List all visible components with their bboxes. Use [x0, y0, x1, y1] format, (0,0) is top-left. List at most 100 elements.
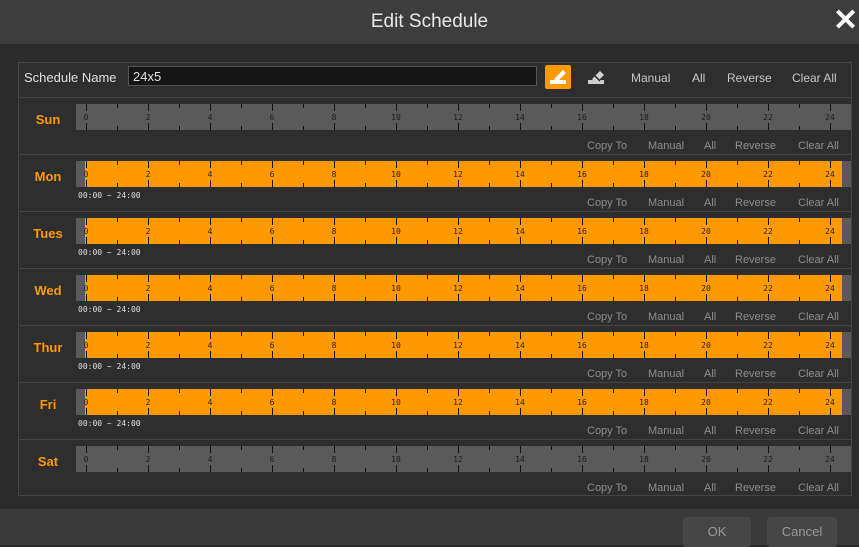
hour-tick: [799, 297, 800, 301]
hour-tick: [427, 240, 428, 244]
hour-tick: [520, 161, 521, 168]
hour-tick: [86, 351, 87, 358]
copy-to-link[interactable]: Copy To: [587, 197, 627, 209]
hour-tick: [458, 389, 459, 396]
hour-tick: [179, 332, 180, 336]
hour-tick: [303, 240, 304, 244]
hour-tick: [241, 446, 242, 450]
hour-label: 0: [83, 170, 89, 179]
hour-label: 22: [763, 170, 773, 179]
hour-tick: [458, 123, 459, 130]
hour-tick: [799, 183, 800, 187]
hour-tick: [830, 161, 831, 168]
clear-all-link[interactable]: Clear All: [798, 254, 839, 266]
hour-tick: [830, 104, 831, 111]
erase-period-tool[interactable]: [583, 65, 609, 89]
hour-tick: [582, 161, 583, 168]
copy-to-link[interactable]: Copy To: [587, 311, 627, 323]
all-link[interactable]: All: [704, 482, 716, 494]
hour-tick: [489, 411, 490, 415]
hour-label: 2: [145, 341, 151, 350]
copy-to-link[interactable]: Copy To: [587, 368, 627, 380]
hour-label: 16: [577, 341, 587, 350]
clear-all-link[interactable]: Clear All: [798, 311, 839, 323]
reverse-link[interactable]: Reverse: [735, 140, 776, 152]
toolbar-clear-all-link[interactable]: Clear All: [792, 71, 837, 85]
hour-label: 8: [331, 341, 337, 350]
hour-tick: [520, 218, 521, 225]
hour-tick: [644, 161, 645, 168]
manual-link[interactable]: Manual: [648, 254, 684, 266]
copy-to-link[interactable]: Copy To: [587, 425, 627, 437]
all-link[interactable]: All: [704, 140, 716, 152]
reverse-link[interactable]: Reverse: [735, 254, 776, 266]
timeline-bar[interactable]: 0 2 4 6 8 10 12 14 16 18 20 22 24: [76, 446, 851, 472]
copy-to-link[interactable]: Copy To: [587, 140, 627, 152]
clear-all-link[interactable]: Clear All: [798, 197, 839, 209]
timeline-bar[interactable]: 0 2 4 6 8 10 12 14 16 18 20 22 24: [76, 161, 851, 187]
hour-label: 14: [515, 113, 525, 122]
hour-tick: [86, 332, 87, 339]
hour-tick: [830, 180, 831, 187]
ok-button[interactable]: OK: [683, 517, 751, 547]
reverse-link[interactable]: Reverse: [735, 482, 776, 494]
all-link[interactable]: All: [704, 197, 716, 209]
hour-tick: [179, 126, 180, 130]
hour-tick: [334, 351, 335, 358]
clear-all-link[interactable]: Clear All: [798, 140, 839, 152]
cancel-button[interactable]: Cancel: [767, 517, 837, 547]
hour-tick: [830, 218, 831, 225]
hour-tick: [396, 161, 397, 168]
reverse-link[interactable]: Reverse: [735, 197, 776, 209]
manual-link[interactable]: Manual: [648, 425, 684, 437]
hour-tick: [427, 218, 428, 222]
time-range-label: 00:00 ~ 24:00: [78, 248, 141, 257]
hour-tick: [396, 180, 397, 187]
clear-all-link[interactable]: Clear All: [798, 482, 839, 494]
hour-label: 0: [83, 284, 89, 293]
hour-tick: [489, 332, 490, 336]
hour-label: 12: [453, 284, 463, 293]
close-icon[interactable]: ✕: [833, 6, 858, 36]
timeline-bar[interactable]: 0 2 4 6 8 10 12 14 16 18 20 22 24: [76, 389, 851, 415]
all-link[interactable]: All: [704, 425, 716, 437]
hour-tick: [396, 104, 397, 111]
hour-tick: [706, 332, 707, 339]
clear-all-link[interactable]: Clear All: [798, 368, 839, 380]
manual-link[interactable]: Manual: [648, 197, 684, 209]
reverse-link[interactable]: Reverse: [735, 368, 776, 380]
toolbar-reverse-link[interactable]: Reverse: [727, 71, 772, 85]
timeline-bar[interactable]: 0 2 4 6 8 10 12 14 16 18 20 22 24: [76, 332, 851, 358]
manual-link[interactable]: Manual: [648, 482, 684, 494]
day-label: Tues: [33, 226, 63, 241]
hour-tick: [86, 161, 87, 168]
copy-to-link[interactable]: Copy To: [587, 254, 627, 266]
schedule-name-input[interactable]: [128, 66, 537, 86]
manual-link[interactable]: Manual: [648, 311, 684, 323]
hour-tick: [117, 389, 118, 393]
all-link[interactable]: All: [704, 254, 716, 266]
manual-link[interactable]: Manual: [648, 140, 684, 152]
timeline-bar[interactable]: 0 2 4 6 8 10 12 14 16 18 20 22 24: [76, 218, 851, 244]
hour-label: 12: [453, 455, 463, 464]
timeline-bar[interactable]: 0 2 4 6 8 10 12 14 16 18 20 22 24: [76, 104, 851, 130]
add-period-tool[interactable]: [545, 65, 571, 89]
all-link[interactable]: All: [704, 311, 716, 323]
hour-label: 2: [145, 455, 151, 464]
hour-tick: [117, 468, 118, 472]
hour-tick: [613, 411, 614, 415]
hour-tick: [582, 446, 583, 453]
all-link[interactable]: All: [704, 368, 716, 380]
toolbar-all-link[interactable]: All: [692, 71, 705, 85]
copy-to-link[interactable]: Copy To: [587, 482, 627, 494]
clear-all-link[interactable]: Clear All: [798, 425, 839, 437]
hour-tick: [737, 468, 738, 472]
hour-tick: [768, 275, 769, 282]
toolbar-manual-link[interactable]: Manual: [631, 71, 670, 85]
day-label: Sat: [37, 454, 59, 469]
timeline-bar[interactable]: 0 2 4 6 8 10 12 14 16 18 20 22 24: [76, 275, 851, 301]
manual-link[interactable]: Manual: [648, 368, 684, 380]
hour-tick: [644, 275, 645, 282]
reverse-link[interactable]: Reverse: [735, 425, 776, 437]
reverse-link[interactable]: Reverse: [735, 311, 776, 323]
